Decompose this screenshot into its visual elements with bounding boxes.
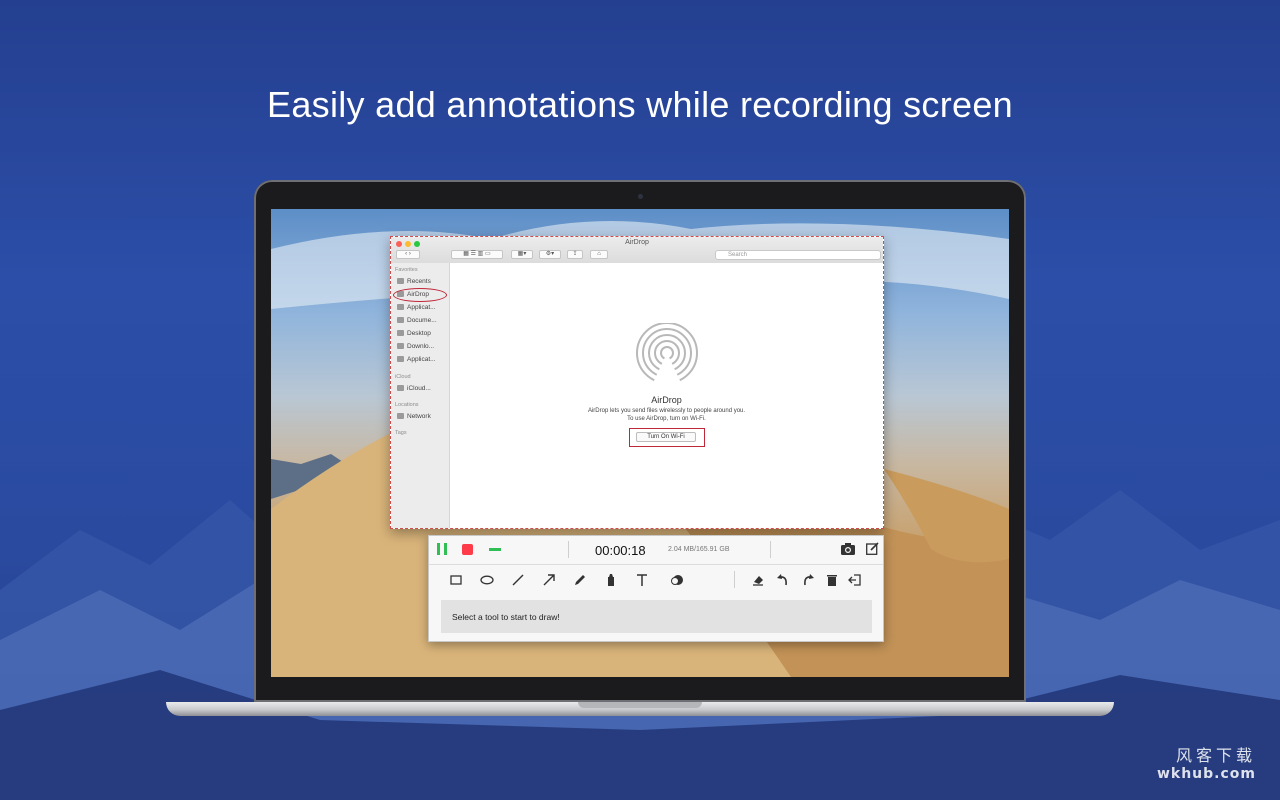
stop-icon[interactable] xyxy=(462,544,473,555)
line-tool-icon[interactable] xyxy=(511,573,525,587)
finder-window: AirDrop ‹ › ▦ ☰ ▥ ▭ ▦▾ ⚙▾ ⇪ ⌂ Search Fav… xyxy=(390,236,884,529)
recorder-controls: 00:00:18 2.04 MB/165.91 GB xyxy=(429,536,883,565)
sidebar-item-desktop[interactable]: Desktop xyxy=(397,328,449,339)
annotation-ellipse xyxy=(393,288,447,302)
sidebar-item-documents[interactable]: Docume... xyxy=(397,315,449,326)
webcam xyxy=(638,194,643,199)
pause-icon[interactable] xyxy=(437,543,447,555)
trash-icon[interactable] xyxy=(825,573,839,587)
sidebar-heading-favorites: Favorites xyxy=(395,267,418,273)
camera-icon[interactable] xyxy=(841,543,855,555)
view-mode-buttons[interactable]: ▦ ☰ ▥ ▭ xyxy=(451,250,503,259)
edit-icon[interactable] xyxy=(866,542,879,555)
folder-icon xyxy=(397,356,404,363)
gear-icon[interactable]: ⚙▾ xyxy=(539,250,561,259)
cloud-icon xyxy=(397,385,404,392)
watermark-url: wkhub.com xyxy=(1156,766,1256,782)
window-title: AirDrop xyxy=(625,239,649,246)
sidebar-item-applications[interactable]: Applicat... xyxy=(397,302,449,313)
sidebar-item-network[interactable]: Network xyxy=(397,411,449,422)
finder-titlebar: AirDrop ‹ › ▦ ☰ ▥ ▭ ▦▾ ⚙▾ ⇪ ⌂ Search xyxy=(391,237,883,264)
eraser-icon[interactable] xyxy=(751,573,765,587)
exit-draw-icon[interactable] xyxy=(848,573,862,587)
watermark: 风客下载 wkhub.com xyxy=(1157,742,1256,782)
divider xyxy=(734,571,735,588)
recorder-panel: 00:00:18 2.04 MB/165.91 GB Select a tool… xyxy=(428,535,884,642)
divider xyxy=(770,541,771,558)
laptop: AirDrop ‹ › ▦ ☰ ▥ ▭ ▦▾ ⚙▾ ⇪ ⌂ Search Fav… xyxy=(254,180,1026,702)
sidebar-item-recents[interactable]: Recents xyxy=(397,276,449,287)
applications-icon xyxy=(397,304,404,311)
sidebar-heading-tags: Tags xyxy=(395,430,407,436)
sidebar-heading-locations: Locations xyxy=(395,402,419,408)
airdrop-description: AirDrop lets you send files wirelessly t… xyxy=(450,407,883,423)
finder-content: AirDrop AirDrop lets you send files wire… xyxy=(450,263,883,528)
group-button[interactable]: ▦▾ xyxy=(511,250,533,259)
blur-tool-icon[interactable] xyxy=(670,573,684,587)
finder-sidebar: Favorites Recents AirDrop Applicat... Do… xyxy=(391,263,450,528)
sidebar-item-downloads[interactable]: Downlo... xyxy=(397,341,449,352)
minimize-icon[interactable] xyxy=(489,548,501,551)
sidebar-item-applications-2[interactable]: Applicat... xyxy=(397,354,449,365)
clock-icon xyxy=(397,278,404,285)
globe-icon xyxy=(397,413,404,420)
watermark-chinese: 风客下载 xyxy=(1175,746,1256,765)
storage-usage: 2.04 MB/165.91 GB xyxy=(668,546,730,553)
airdrop-radar-icon xyxy=(636,323,698,387)
pen-tool-icon[interactable] xyxy=(573,573,587,587)
laptop-base xyxy=(166,702,1114,716)
sidebar-heading-icloud: iCloud xyxy=(395,374,411,380)
recording-timer: 00:00:18 xyxy=(595,543,646,558)
airdrop-description-line2: To use AirDrop, turn on Wi-Fi. xyxy=(627,416,706,422)
divider xyxy=(568,541,569,558)
text-tool-icon[interactable] xyxy=(635,573,649,587)
download-icon xyxy=(397,343,404,350)
highlighter-tool-icon[interactable] xyxy=(604,573,618,587)
share-icon[interactable]: ⇪ xyxy=(567,250,583,259)
airdrop-description-line1: AirDrop lets you send files wirelessly t… xyxy=(587,408,746,414)
turn-on-wifi-button[interactable]: Turn On Wi-Fi xyxy=(636,432,696,442)
drawing-tools xyxy=(429,564,883,596)
desktop-icon xyxy=(397,330,404,337)
draw-hint-text: Select a tool to start to draw! xyxy=(452,612,560,622)
rectangle-tool-icon[interactable] xyxy=(449,573,463,587)
draw-hint-bar: Select a tool to start to draw! xyxy=(441,600,872,633)
document-icon xyxy=(397,317,404,324)
sidebar-item-icloud-drive[interactable]: iCloud... xyxy=(397,383,449,394)
headline: Easily add annotations while recording s… xyxy=(267,84,1013,125)
laptop-notch xyxy=(578,702,702,708)
redo-icon[interactable] xyxy=(801,573,815,587)
arrow-tool-icon[interactable] xyxy=(542,573,556,587)
tag-icon[interactable]: ⌂ xyxy=(590,250,608,259)
annotation-rectangle: Turn On Wi-Fi xyxy=(629,428,705,447)
airdrop-heading: AirDrop xyxy=(651,395,682,405)
ellipse-tool-icon[interactable] xyxy=(480,573,494,587)
undo-icon[interactable] xyxy=(776,573,790,587)
search-input[interactable]: Search xyxy=(715,250,881,260)
laptop-screen: AirDrop ‹ › ▦ ☰ ▥ ▭ ▦▾ ⚙▾ ⇪ ⌂ Search Fav… xyxy=(271,209,1009,677)
back-forward-buttons[interactable]: ‹ › xyxy=(396,250,420,259)
